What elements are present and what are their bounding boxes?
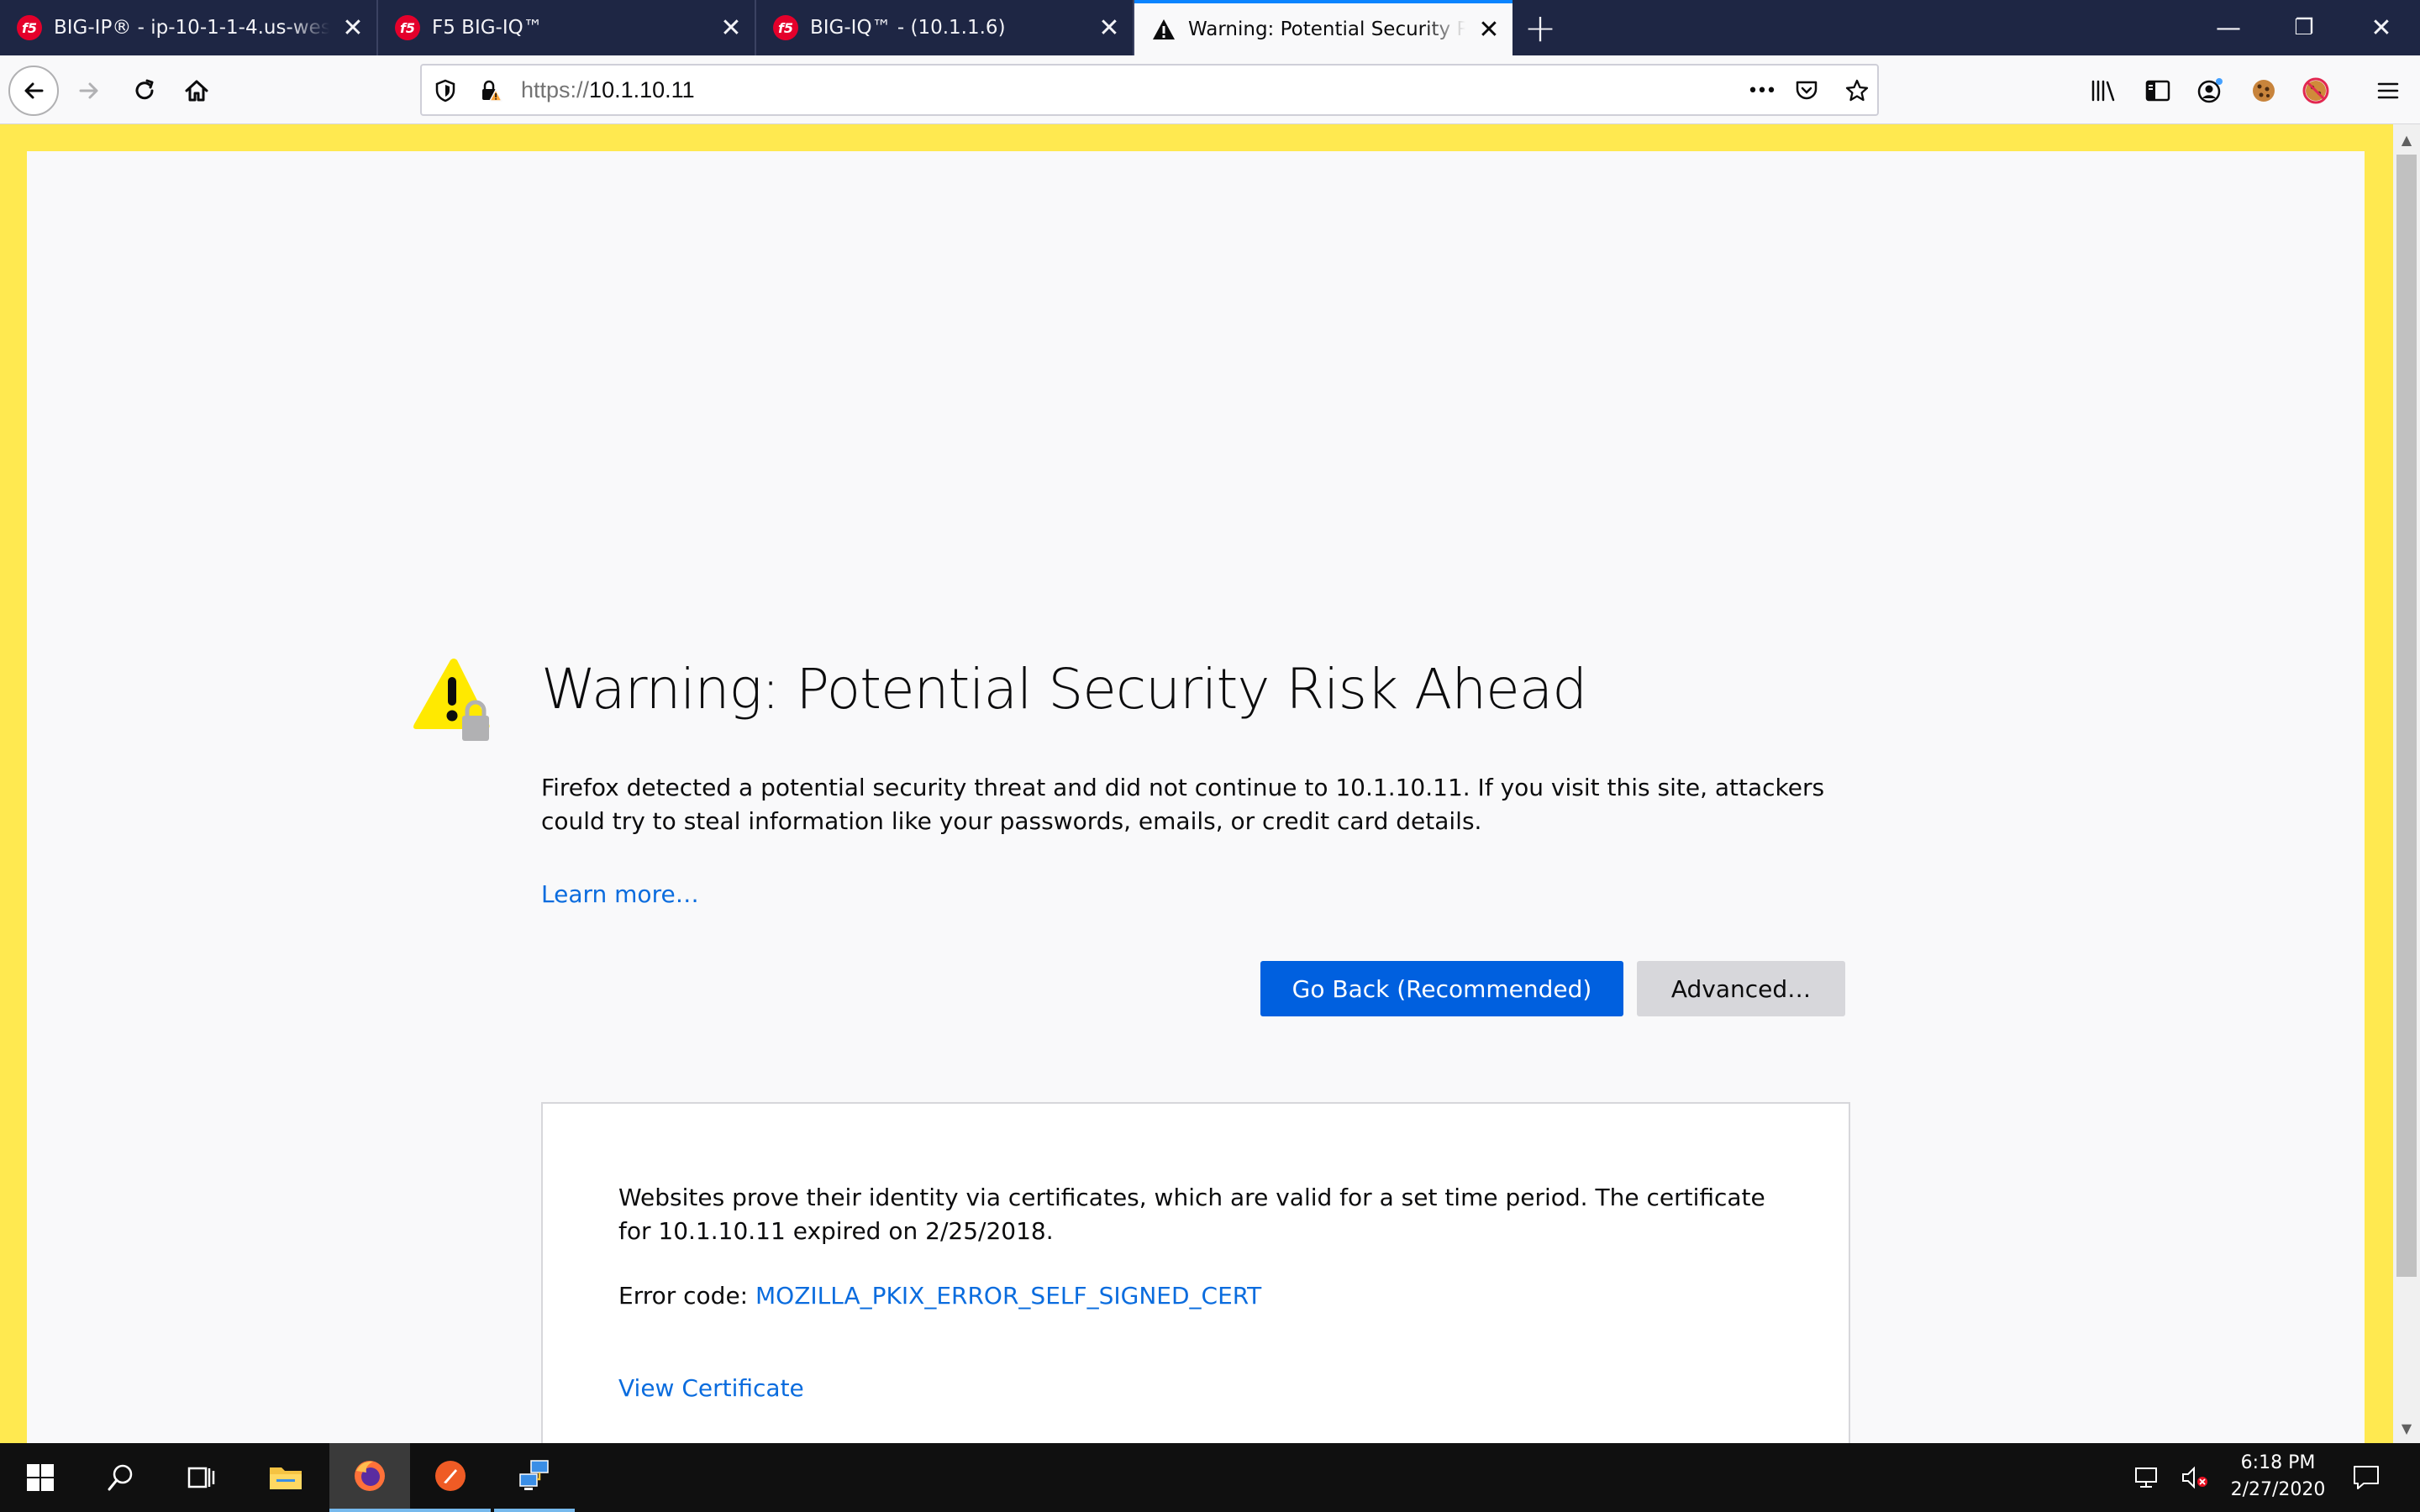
f5-logo-icon: f5 — [395, 15, 420, 40]
home-button[interactable] — [171, 66, 222, 116]
tab-title: BIG-IP® - ip-10-1-1-4.us-west-2.compute.… — [54, 17, 329, 39]
error-code-label: Error code: — [618, 1282, 756, 1310]
scroll-up-arrow-icon[interactable]: ▲ — [2393, 126, 2420, 153]
folder-icon — [270, 1467, 302, 1489]
pocket-icon[interactable] — [1793, 77, 1820, 104]
page-actions-menu-icon[interactable]: ••• — [1744, 77, 1778, 104]
search-button[interactable] — [81, 1443, 161, 1512]
clock-date: 2/27/2020 — [2230, 1479, 2326, 1500]
back-button[interactable] — [8, 66, 59, 116]
tab-f5-bigiq[interactable]: f5 F5 BIG-IQ™ ✕ — [378, 0, 756, 55]
cookie-blocker-extension-button[interactable] — [2291, 66, 2341, 116]
library-icon — [2091, 80, 2115, 102]
notification-icon — [2354, 1466, 2379, 1489]
warning-icon — [1153, 19, 1175, 39]
forward-button[interactable] — [64, 66, 114, 116]
network-icon — [2135, 1467, 2157, 1488]
error-code-link[interactable]: MOZILLA_PKIX_ERROR_SELF_SIGNED_CERT — [755, 1282, 1261, 1310]
tab-title: BIG-IQ™ - (10.1.1.6) — [810, 17, 1006, 39]
volume-tray-button[interactable] — [2171, 1443, 2218, 1512]
sidebar-button[interactable] — [2133, 66, 2183, 116]
view-certificate-link[interactable]: View Certificate — [618, 1374, 804, 1402]
go-back-button[interactable]: Go Back (Recommended) — [1260, 961, 1623, 1016]
page-title: Warning: Potential Security Risk Ahead — [541, 657, 1587, 722]
reload-icon — [135, 79, 154, 100]
warning-description: Firefox detected a potential security th… — [541, 774, 1825, 835]
tab-close-icon[interactable]: ✕ — [1472, 13, 1506, 46]
hamburger-menu-icon — [2377, 82, 2399, 99]
cookie-icon — [2253, 80, 2275, 102]
minimize-button[interactable]: — — [2190, 0, 2267, 55]
network-computers-icon — [519, 1460, 549, 1490]
tab-title: F5 BIG-IQ™ — [432, 17, 543, 39]
clock-time: 6:18 PM — [2240, 1452, 2316, 1473]
search-icon — [108, 1464, 133, 1491]
sidebar-icon — [2145, 80, 2170, 102]
page-scrollbar[interactable]: ▲ ▼ — [2393, 124, 2420, 1443]
warning-lock-icon — [413, 659, 490, 741]
advanced-panel: Websites prove their identity via certif… — [541, 1102, 1850, 1443]
insecure-lock-icon[interactable] — [477, 77, 504, 104]
new-tab-button[interactable]: + — [1512, 0, 1568, 55]
reload-button[interactable] — [119, 66, 170, 116]
f5-logo-icon: f5 — [17, 15, 42, 40]
scroll-down-arrow-icon[interactable]: ▼ — [2393, 1415, 2420, 1441]
learn-more-link[interactable]: Learn more… — [541, 880, 699, 908]
tab-title: Warning: Potential Security Risk Ahead — [1188, 18, 1465, 40]
f5-logo-icon: f5 — [773, 15, 798, 40]
task-view-button[interactable] — [161, 1443, 242, 1512]
network-tray-button[interactable] — [2123, 1443, 2170, 1512]
error-code-line: Error code: MOZILLA_PKIX_ERROR_SELF_SIGN… — [618, 1282, 1261, 1310]
advanced-button[interactable]: Advanced… — [1637, 961, 1845, 1016]
bookmark-star-icon[interactable] — [1844, 77, 1870, 104]
restore-button[interactable]: ❐ — [2265, 0, 2343, 55]
url-bar[interactable]: https://10.1.10.11 ••• — [420, 64, 1879, 116]
firefox-taskbar-button[interactable] — [329, 1443, 410, 1512]
library-button[interactable] — [2079, 66, 2129, 116]
tab-security-warning[interactable]: Warning: Potential Security Risk Ahead ✕ — [1134, 0, 1512, 55]
windows-taskbar: 6:18 PM 2/27/2020 — [0, 1443, 2420, 1512]
main-menu-button[interactable] — [2363, 66, 2413, 116]
certificate-explanation: Websites prove their identity via certif… — [618, 1184, 1765, 1245]
error-page: Warning: Potential Security Risk Ahead F… — [27, 151, 2365, 1443]
scrollbar-thumb[interactable] — [2396, 155, 2417, 1277]
tracking-protection-shield-icon[interactable] — [432, 77, 459, 104]
file-explorer-button[interactable] — [245, 1443, 326, 1512]
start-button[interactable] — [0, 1443, 81, 1512]
account-icon — [2197, 78, 2223, 103]
tab-close-icon[interactable]: ✕ — [1092, 11, 1126, 45]
remote-desktop-taskbar-button[interactable] — [494, 1443, 575, 1512]
tab-strip: f5 BIG-IP® - ip-10-1-1-4.us-west-2.compu… — [0, 0, 2420, 55]
tab-close-icon[interactable]: ✕ — [336, 11, 370, 45]
volume-muted-icon — [2182, 1466, 2207, 1489]
firefox-icon — [355, 1461, 385, 1491]
page-content: Warning: Potential Security Risk Ahead F… — [0, 124, 2420, 1443]
url-scheme: https:// — [521, 76, 590, 102]
action-center-button[interactable] — [2341, 1443, 2391, 1512]
back-arrow-icon — [24, 82, 44, 99]
forward-arrow-icon — [79, 82, 98, 99]
url-host: 10.1.10.11 — [589, 76, 695, 102]
tab-bigip[interactable]: f5 BIG-IP® - ip-10-1-1-4.us-west-2.compu… — [0, 0, 378, 55]
postman-taskbar-button[interactable] — [410, 1443, 491, 1512]
window-close-button[interactable]: ✕ — [2343, 0, 2420, 55]
url-text[interactable]: https://10.1.10.11 — [521, 66, 695, 114]
account-button[interactable] — [2185, 66, 2235, 116]
tab-close-icon[interactable]: ✕ — [714, 11, 748, 45]
blocked-cookie-icon — [2302, 77, 2329, 104]
navigation-toolbar: https://10.1.10.11 ••• — [0, 55, 2420, 124]
cookie-extension-button[interactable] — [2238, 66, 2289, 116]
windows-logo-icon — [27, 1464, 54, 1491]
postman-icon — [435, 1461, 466, 1491]
taskbar-clock[interactable]: 6:18 PM 2/27/2020 — [2223, 1450, 2333, 1504]
tab-bigiq-10-1-1-6[interactable]: f5 BIG-IQ™ - (10.1.1.6) ✕ — [756, 0, 1134, 55]
home-icon — [185, 80, 208, 102]
task-view-icon — [187, 1467, 215, 1488]
